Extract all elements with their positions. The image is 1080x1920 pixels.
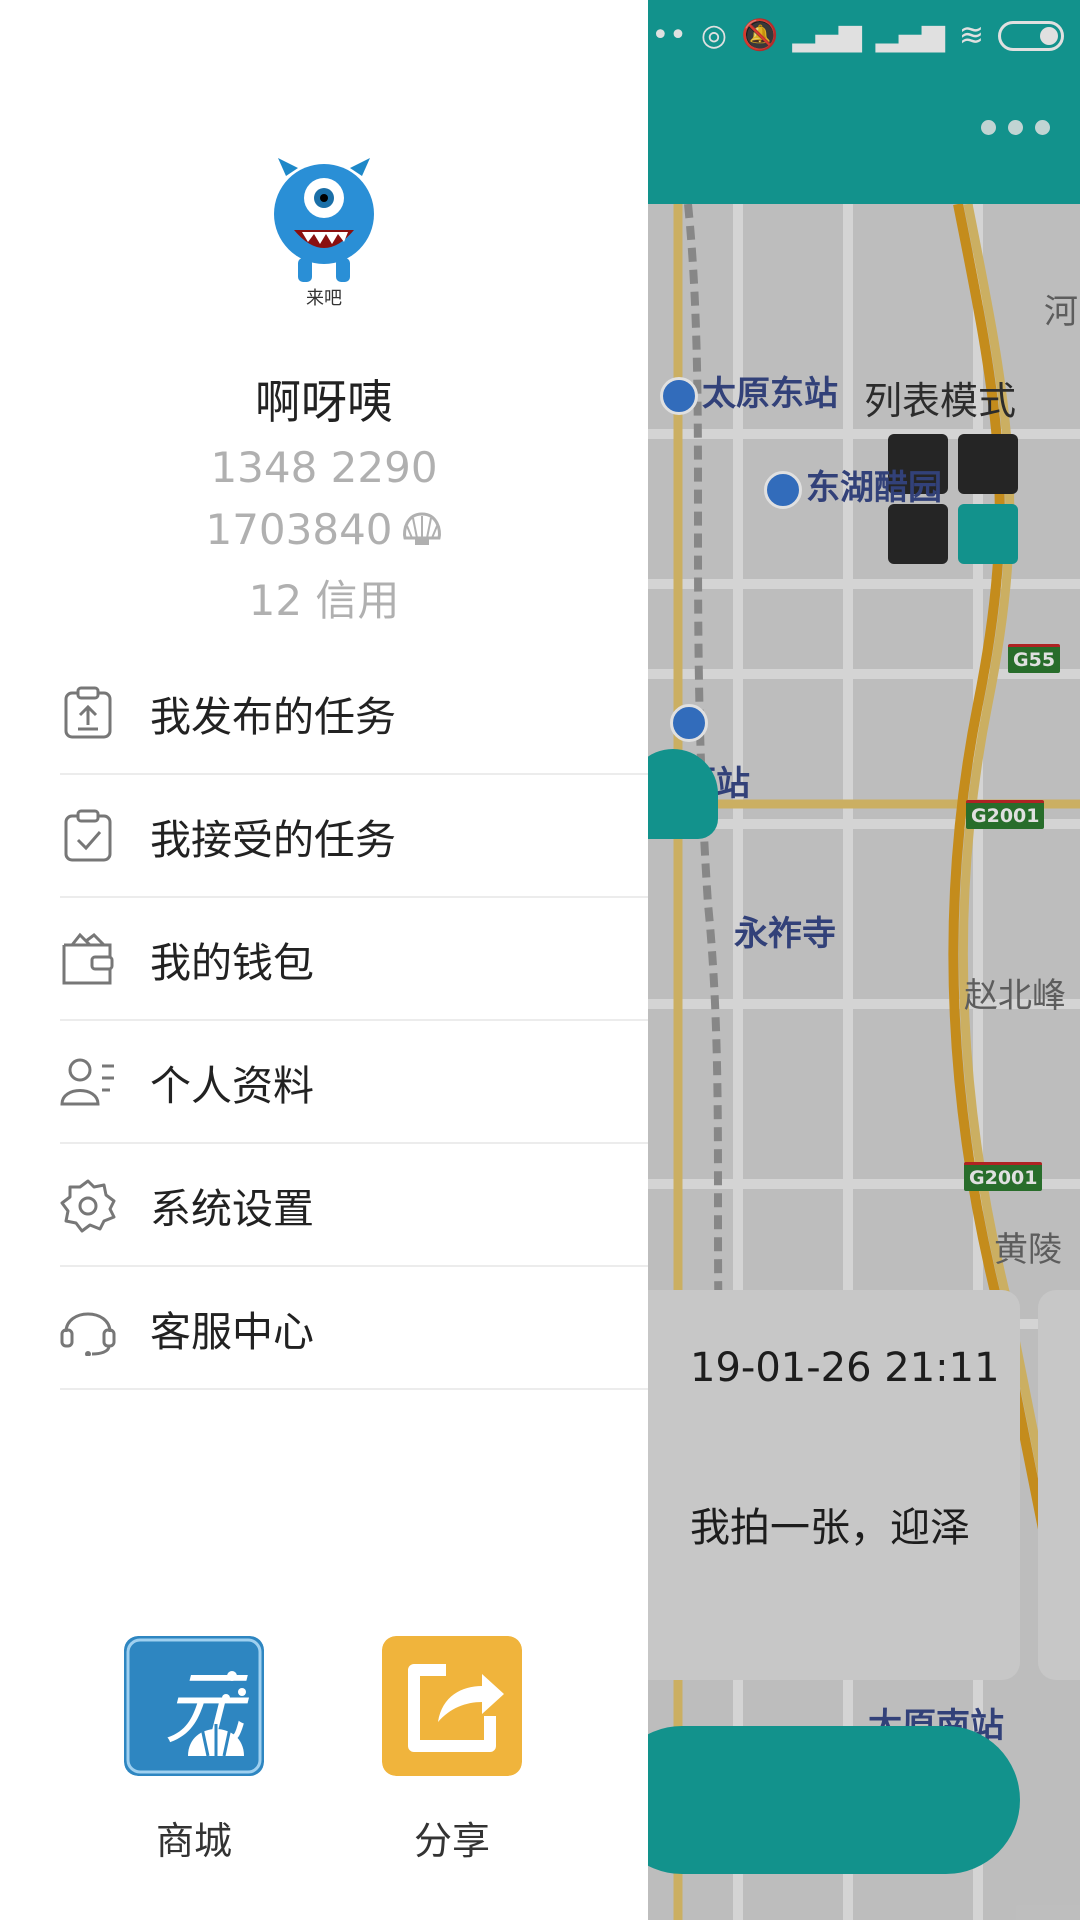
menu-item-settings[interactable]: 系统设置 xyxy=(60,1144,648,1267)
menu-item-wallet[interactable]: 我的钱包 xyxy=(60,898,648,1021)
wallet-icon xyxy=(62,932,114,984)
road-shield-g55: G55 xyxy=(1008,644,1061,673)
menu-item-published-tasks[interactable]: 我发布的任务 xyxy=(60,652,648,775)
top-bar: ••• ◎ 🔕 ▂▄▆ ▂▄▆ ≋ xyxy=(648,0,1080,204)
drawer-menu: 我发布的任务 我接受的任务 我的钱包 个人资料 系统设置 客服中心 xyxy=(60,652,648,1390)
mall-icon: 元 xyxy=(124,1636,264,1776)
headset-icon xyxy=(60,1312,116,1356)
map-screen: ••• ◎ 🔕 ▂▄▆ ▂▄▆ ≋ xyxy=(648,0,1080,1920)
task-card-next[interactable] xyxy=(1038,1290,1080,1680)
avatar[interactable]: 来吧 xyxy=(268,158,380,306)
map-label-yongzuo: 永祚寺 xyxy=(734,914,836,954)
battery-icon xyxy=(998,20,1064,51)
hotspot-icon: ◎ xyxy=(700,18,728,53)
username: 啊呀咦 xyxy=(255,375,393,429)
station-icon xyxy=(660,376,698,415)
menu-item-label: 客服中心 xyxy=(150,1307,314,1356)
signal-2-icon: ▂▄▆ xyxy=(875,18,945,53)
mute-icon: 🔕 xyxy=(741,18,779,53)
shell-balance-value: 1703840 xyxy=(205,505,393,554)
share-label: 分享 xyxy=(413,1819,490,1863)
task-card-text: 我拍一张，迎泽 xyxy=(690,1505,970,1551)
museum-icon xyxy=(764,470,802,509)
navigation-drawer: 来吧 啊呀咦 1348 2290 1703840 12 信用 我发布的任务 我接… xyxy=(0,0,648,1920)
map-label-he: 河 xyxy=(1044,292,1078,332)
map-label-donghu: 东湖醋园 xyxy=(764,460,942,509)
signal-1-icon: ▂▄▆ xyxy=(792,18,862,53)
more-menu-icon[interactable] xyxy=(981,120,1050,135)
gear-icon xyxy=(60,1179,116,1232)
map-label-zhaobei: 赵北峰 xyxy=(964,976,1066,1016)
status-bar: ••• ◎ 🔕 ▂▄▆ ▂▄▆ ≋ xyxy=(648,18,1064,53)
task-card-time: 19-01-26 21:11 xyxy=(690,1345,1000,1391)
menu-item-profile[interactable]: 个人资料 xyxy=(60,1021,648,1144)
menu-item-customer-service[interactable]: 客服中心 xyxy=(60,1267,648,1390)
action-button[interactable] xyxy=(648,1726,1020,1874)
road-shield-g2001: G2001 xyxy=(964,1162,1043,1191)
menu-item-label: 我接受的任务 xyxy=(150,815,396,864)
share-icon xyxy=(382,1636,522,1776)
profile-icon xyxy=(60,1058,114,1105)
credit-score: 12 信用 xyxy=(248,576,400,625)
menu-item-label: 我的钱包 xyxy=(150,938,314,987)
check-clipboard-icon xyxy=(64,809,112,861)
signal-dots-icon: ••• xyxy=(648,18,687,53)
map-label-huangling: 黄陵 xyxy=(994,1230,1062,1270)
mall-label: 商城 xyxy=(155,1819,232,1863)
map-label-text: 东湖醋园 xyxy=(806,468,942,508)
station-icon xyxy=(670,704,708,742)
share-shortcut[interactable]: 分享 xyxy=(382,1636,522,1865)
road-shield-g2001: G2001 xyxy=(966,800,1045,829)
map-label-text: 太原东站 xyxy=(702,374,838,414)
shell-balance: 1703840 xyxy=(0,505,648,554)
shell-icon xyxy=(402,512,441,545)
avatar-caption: 来吧 xyxy=(306,288,342,306)
upload-clipboard-icon xyxy=(64,686,112,738)
menu-item-label: 系统设置 xyxy=(150,1184,314,1233)
wifi-icon: ≋ xyxy=(958,18,984,53)
phone-number: 1348 2290 xyxy=(210,443,438,492)
list-mode-label[interactable]: 列表模式 xyxy=(864,370,1016,425)
map-label-taiyuan-east: 太原东站 xyxy=(660,366,838,415)
menu-item-label: 个人资料 xyxy=(150,1061,314,1110)
menu-item-accepted-tasks[interactable]: 我接受的任务 xyxy=(60,775,648,898)
menu-item-label: 我发布的任务 xyxy=(150,692,396,741)
mall-shortcut[interactable]: 元 商城 xyxy=(124,1636,264,1865)
